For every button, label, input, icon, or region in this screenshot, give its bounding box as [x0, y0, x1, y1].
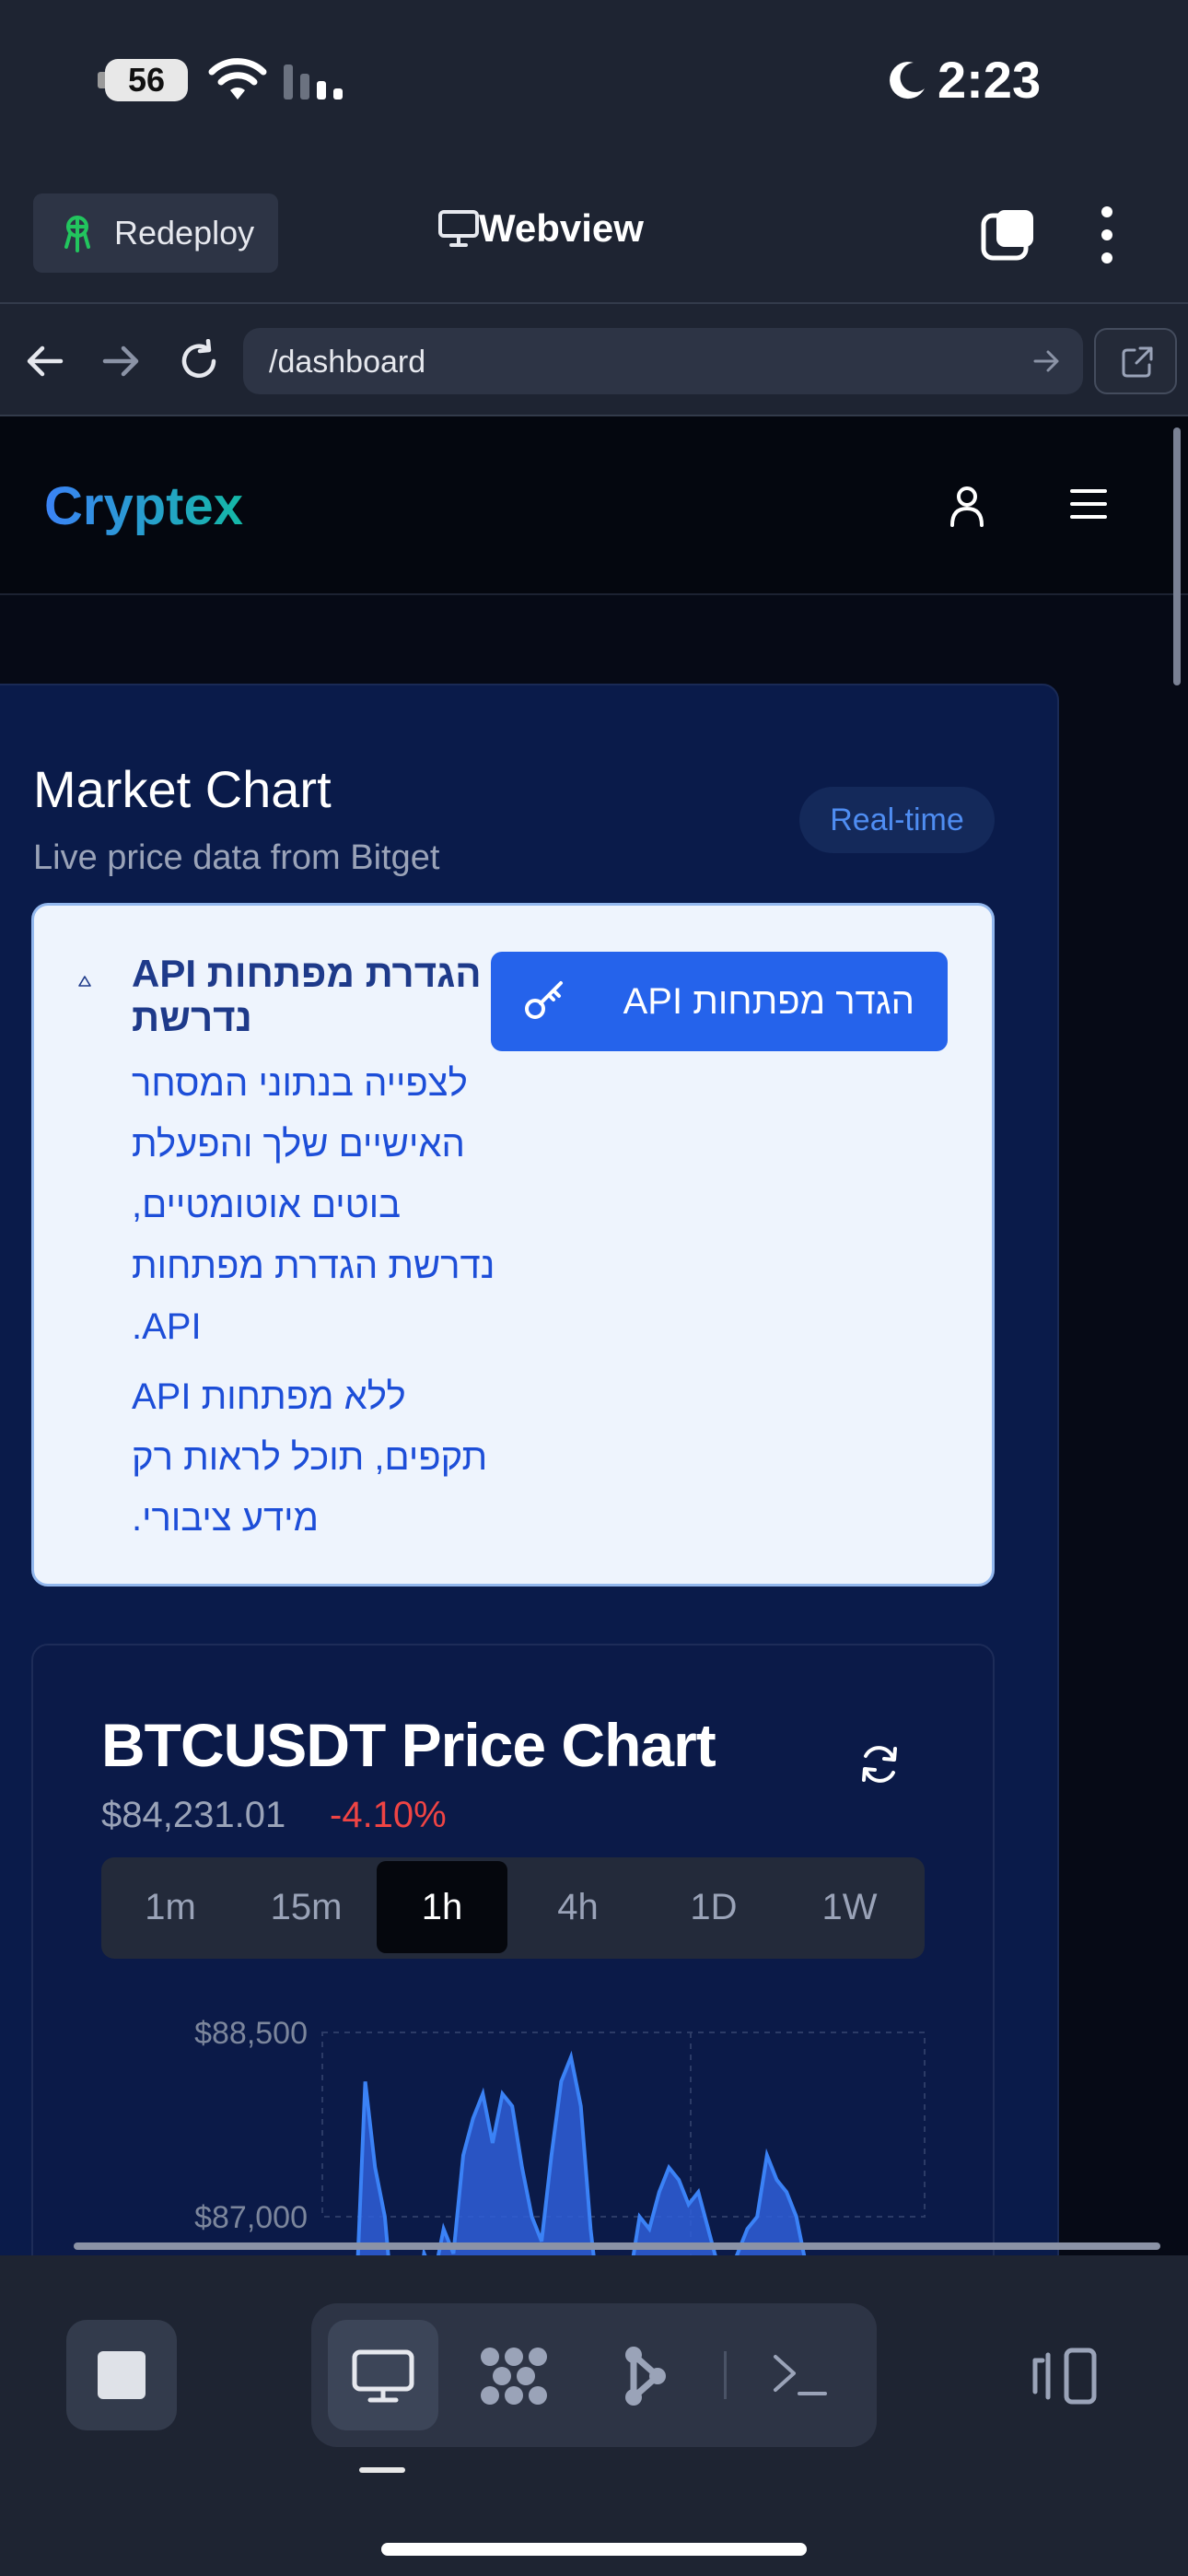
site-header: Cryptex — [0, 416, 1188, 595]
alert-body: לצפייה בנתוני המסחר האישיים שלך והפעלת ב… — [132, 1063, 495, 1347]
forward-arrow-icon[interactable] — [101, 343, 142, 380]
apps-grid-icon[interactable] — [479, 2346, 549, 2406]
battery-cap — [98, 72, 105, 88]
horizontal-scrollbar[interactable] — [74, 2242, 1160, 2250]
warning-icon — [78, 976, 91, 987]
timeframe-15m[interactable]: 15m — [241, 1861, 372, 1953]
back-arrow-icon[interactable] — [24, 343, 64, 380]
redeploy-button[interactable]: Redeploy — [33, 193, 278, 273]
price-change: -4.10% — [330, 1795, 447, 1835]
battery-level: 56 — [105, 59, 188, 101]
status-bar: 56 2:23 — [0, 0, 1188, 166]
setup-api-keys-button[interactable]: הגדר מפתחות API — [491, 952, 948, 1051]
card-title: Market Chart — [33, 760, 332, 818]
price-area-chart: $88,500 $87,000 — [194, 2016, 926, 2255]
webview-title-text: Webview — [479, 206, 644, 250]
alert-title: הגדרת מפתחות API נדרשת — [132, 952, 482, 1039]
stop-button[interactable] — [66, 2320, 177, 2430]
timeframe-1m[interactable]: 1m — [105, 1861, 236, 1953]
alert-body-secondary: ללא מפתחות API תקפים, תוכל לראות רק מידע… — [132, 1376, 488, 1539]
site-logo[interactable]: Cryptex — [44, 475, 243, 537]
url-bar-row: /dashboard — [0, 306, 1188, 416]
redeploy-icon — [64, 216, 90, 252]
wifi-icon — [208, 58, 267, 100]
cellular-signal-icon — [284, 64, 343, 100]
card-subtitle: Live price data from Bitget — [33, 838, 440, 877]
current-price: $84,231.01 — [101, 1795, 286, 1835]
setup-api-keys-label: הגדר מפתחות API — [623, 981, 914, 1022]
webview-toolbar: Redeploy Webview — [0, 166, 1188, 304]
reload-icon[interactable] — [177, 339, 221, 383]
home-indicator — [381, 2543, 807, 2556]
monitor-icon — [352, 2349, 414, 2403]
external-link-icon — [1122, 346, 1153, 378]
moon-icon — [890, 62, 925, 100]
y-tick-label: $87,000 — [194, 2200, 308, 2235]
user-icon[interactable] — [949, 485, 985, 527]
timeframe-1D[interactable]: 1D — [648, 1861, 779, 1953]
timeframe-1h[interactable]: 1h — [377, 1861, 507, 1953]
terminal-icon[interactable] — [772, 2351, 829, 2399]
bottom-toolbar — [0, 2261, 1188, 2576]
clock: 2:23 — [938, 51, 1042, 109]
divider — [724, 2351, 727, 2399]
market-chart-card: Market Chart Live price data from Bitget… — [0, 684, 1059, 2255]
price-chart-card: BTCUSDT Price Chart $84,231.01 -4.10% 1m… — [31, 1644, 995, 2255]
timeframe-1W[interactable]: 1W — [785, 1861, 915, 1953]
timeframe-selector: 1m 15m 1h 4h 1D 1W — [101, 1857, 925, 1959]
y-tick-label: $88,500 — [194, 2016, 308, 2051]
key-icon — [525, 981, 563, 1019]
view-mode-switcher — [311, 2303, 877, 2447]
active-tab-indicator — [359, 2467, 405, 2473]
tabs-icon[interactable] — [980, 206, 1037, 263]
go-arrow-icon[interactable] — [1033, 348, 1061, 374]
url-text: /dashboard — [269, 345, 426, 380]
monitor-icon — [438, 210, 479, 247]
device-layout-icon[interactable] — [1031, 2348, 1098, 2405]
more-vertical-icon[interactable] — [1096, 205, 1118, 265]
url-input[interactable]: /dashboard — [243, 328, 1083, 394]
price-chart-title: BTCUSDT Price Chart — [101, 1711, 716, 1779]
chart-grid — [321, 2032, 926, 2218]
api-keys-alert: הגדרת מפתחות API נדרשת לצפייה בנתוני המס… — [31, 903, 995, 1587]
refresh-icon[interactable] — [858, 1743, 901, 1786]
branch-icon[interactable] — [621, 2346, 669, 2406]
stop-icon — [98, 2351, 146, 2399]
screen: 56 2:23 Redeploy Webview /dashboard Cryp… — [0, 0, 1188, 2576]
hamburger-menu-icon[interactable] — [1070, 488, 1107, 520]
webview-title: Webview — [438, 206, 644, 251]
redeploy-label: Redeploy — [114, 214, 255, 252]
vertical-scrollbar[interactable] — [1173, 427, 1181, 685]
realtime-badge: Real-time — [799, 787, 995, 853]
webview-content: Cryptex Market Chart Live price data fro… — [0, 416, 1188, 2255]
open-external-button[interactable] — [1094, 328, 1177, 394]
timeframe-4h[interactable]: 4h — [513, 1861, 644, 1953]
